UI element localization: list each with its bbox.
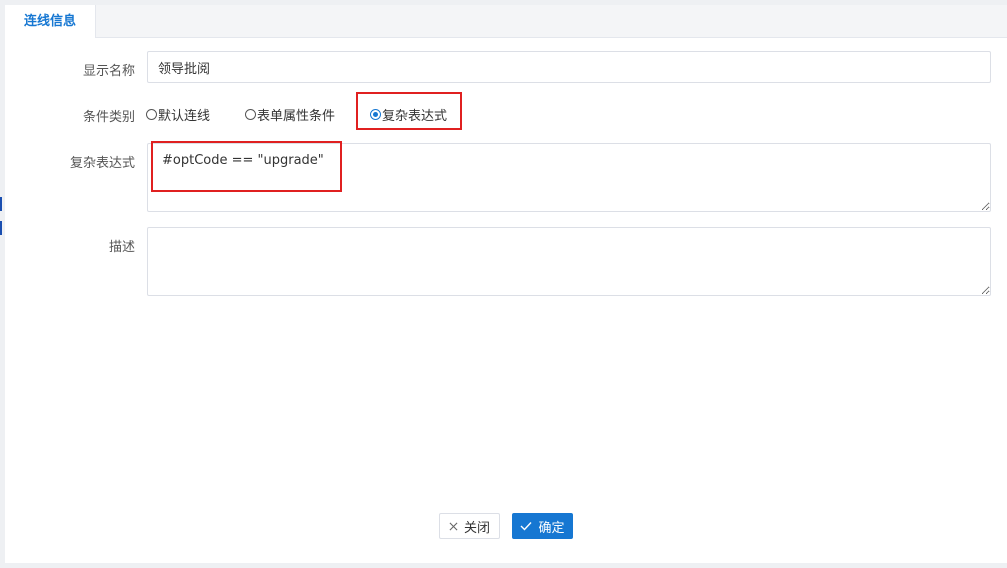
radio-form-attribute-label: 表单属性条件 [257,109,336,124]
close-button-label: 关闭 [463,520,490,536]
radio-form-attribute-circle[interactable] [245,109,256,120]
display-name-label: 显示名称 [82,64,135,79]
display-name-input[interactable] [147,51,991,83]
expression-textarea[interactable]: #optCode == "upgrade" [147,143,991,212]
tab-line-info[interactable]: 连线信息 [5,5,96,38]
radio-default-line[interactable]: 默认连线 [146,105,210,124]
close-button[interactable]: 关闭 [439,513,500,539]
expression-label: 复杂表达式 [69,156,135,171]
close-x-icon [449,522,458,530]
description-textarea[interactable] [147,227,991,296]
confirm-button-label: 确定 [538,520,565,536]
left-edge-marker-bottom [0,221,2,235]
radio-default-line-label: 默认连线 [158,109,211,124]
confirm-button[interactable]: 确定 [512,513,573,539]
radio-complex-expression[interactable]: 复杂表达式 [370,105,447,124]
dialog-panel: 连线信息 显示名称 条件类别 默认连线 表单属性条件 复杂表达式 复杂表达式 #… [5,5,1007,563]
radio-default-line-circle[interactable] [146,109,157,120]
radio-form-attribute[interactable]: 表单属性条件 [245,105,335,124]
radio-complex-expression-circle[interactable] [370,109,381,120]
tab-bar: 连线信息 [5,5,1007,38]
description-label: 描述 [108,240,135,255]
condition-type-label: 条件类别 [82,110,135,125]
radio-complex-expression-label: 复杂表达式 [382,109,448,124]
checkmark-icon [520,522,532,531]
left-edge-marker-top [0,197,2,211]
